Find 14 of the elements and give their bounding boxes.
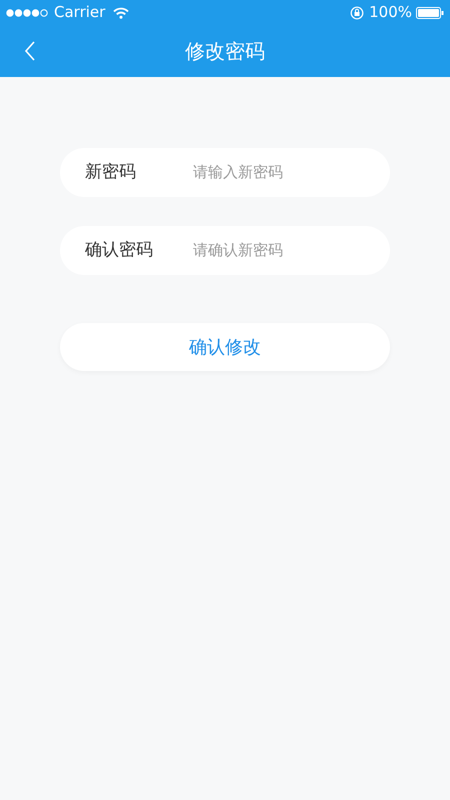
signal-icon xyxy=(6,8,48,16)
input-field[interactable]: 新密码 请输入新密码 xyxy=(60,148,390,197)
battery-icon xyxy=(416,6,444,18)
wifi-icon xyxy=(113,6,130,18)
chevron-left-icon xyxy=(24,41,36,61)
field-label: 确认密码 xyxy=(85,238,154,262)
page-title: 修改密码 xyxy=(185,38,265,65)
input-field[interactable]: 确认密码 请确认新密码 xyxy=(60,226,390,275)
text-input[interactable]: 请输入新密码 xyxy=(193,161,390,184)
text-input[interactable]: 请确认新密码 xyxy=(193,239,390,262)
field-label: 新密码 xyxy=(85,160,137,184)
rotation-lock-icon xyxy=(350,6,364,20)
battery-percentage: 100% xyxy=(369,2,412,24)
carrier-name: Carrier xyxy=(54,2,106,24)
